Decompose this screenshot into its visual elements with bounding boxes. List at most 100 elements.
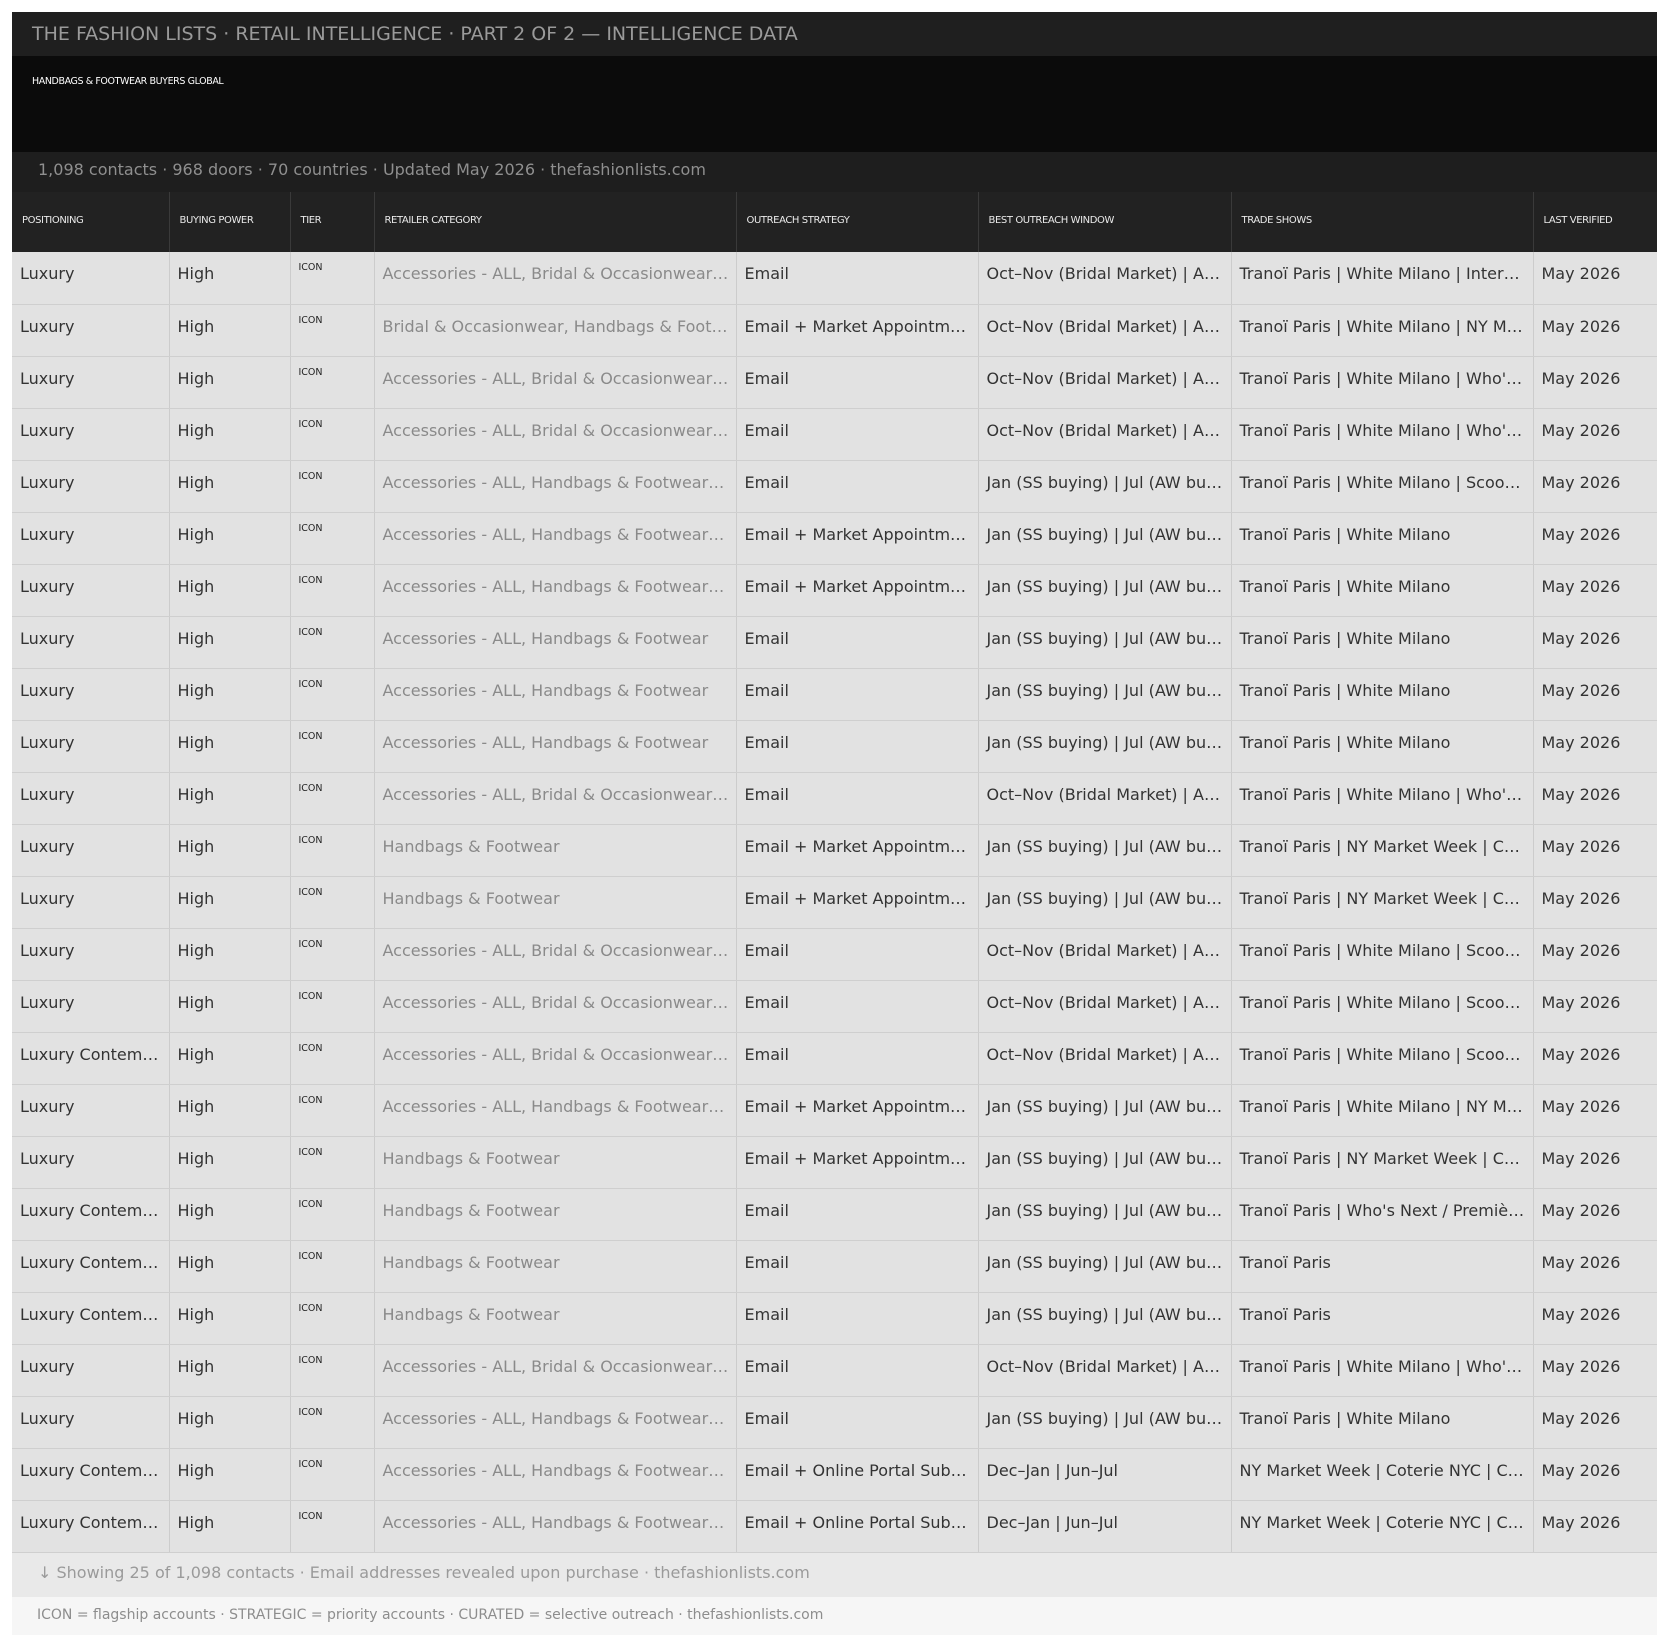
cell-buying-power: High — [168, 1448, 290, 1501]
cell-positioning: Luxury — [12, 1344, 169, 1397]
cell-trade-shows: Tranoï Paris | White Milano — [1230, 720, 1533, 773]
table-row: Luxury High ICON Bridal & Occasionwear, Han… — [12, 304, 1657, 357]
table-row: Luxury High ICON Accessories - ALL, Bridal … — [12, 772, 1657, 825]
cell-buying-power: High — [168, 356, 290, 409]
cell-best-outreach-window: Jan (SS buying) | Jul (AW bu… — [977, 720, 1231, 773]
cell-retailer-category: Handbags & Footwear — [373, 1292, 736, 1345]
cell-outreach-strategy: Email — [735, 252, 978, 305]
column-header-buying-power: BUYING POWER — [168, 192, 290, 252]
cell-best-outreach-window: Jan (SS buying) | Jul (AW bu… — [977, 616, 1231, 669]
cell-tier: ICON — [289, 1448, 374, 1501]
table-row: Luxury High ICON Accessories - ALL, Bridal … — [12, 928, 1657, 981]
table-row: Luxury High ICON Accessories - ALL, Handbag… — [12, 460, 1657, 513]
cell-outreach-strategy: Email — [735, 1292, 978, 1345]
cell-buying-power: High — [168, 1396, 290, 1449]
cell-retailer-category: Bridal & Occasionwear, Handbags & Foot… — [373, 304, 736, 357]
cell-buying-power: High — [168, 720, 290, 773]
cell-trade-shows: Tranoï Paris | White Milano | NY M… — [1230, 1084, 1533, 1137]
cell-tier: ICON — [289, 980, 374, 1033]
cell-positioning: Luxury — [12, 252, 169, 305]
table-row: Luxury High ICON Accessories - ALL, Bridal … — [12, 1344, 1657, 1397]
cell-trade-shows: Tranoï Paris | White Milano | Scoo… — [1230, 980, 1533, 1033]
cell-retailer-category: Accessories - ALL, Handbags & Footwear — [373, 720, 736, 773]
cell-positioning: Luxury — [12, 668, 169, 721]
table-row: Luxury High ICON Accessories - ALL, Bridal … — [12, 356, 1657, 409]
cell-tier: ICON — [289, 1500, 374, 1553]
cell-last-verified: May 2026 — [1532, 1344, 1657, 1397]
cell-best-outreach-window: Jan (SS buying) | Jul (AW bu… — [977, 1188, 1231, 1241]
cell-tier: ICON — [289, 824, 374, 877]
cell-last-verified: May 2026 — [1532, 512, 1657, 565]
cell-best-outreach-window: Oct–Nov (Bridal Market) | A… — [977, 1032, 1231, 1085]
cell-buying-power: High — [168, 772, 290, 825]
cell-buying-power: High — [168, 408, 290, 461]
cell-last-verified: May 2026 — [1532, 876, 1657, 929]
cell-last-verified: May 2026 — [1532, 772, 1657, 825]
cell-trade-shows: Tranoï Paris | White Milano — [1230, 512, 1533, 565]
cell-trade-shows: Tranoï Paris | White Milano — [1230, 1396, 1533, 1449]
cell-trade-shows: Tranoï Paris | White Milano — [1230, 668, 1533, 721]
cell-buying-power: High — [168, 668, 290, 721]
cell-buying-power: High — [168, 304, 290, 357]
cell-retailer-category: Accessories - ALL, Handbags & Footwear… — [373, 564, 736, 617]
cell-best-outreach-window: Jan (SS buying) | Jul (AW bu… — [977, 1396, 1231, 1449]
table-row: Luxury High ICON Accessories - ALL, Handbag… — [12, 512, 1657, 565]
cell-outreach-strategy: Email — [735, 980, 978, 1033]
cell-tier: ICON — [289, 1032, 374, 1085]
cell-tier: ICON — [289, 564, 374, 617]
cell-best-outreach-window: Dec–Jan | Jun–Jul — [977, 1500, 1231, 1553]
table-row: Luxury High ICON Handbags & Footwear Email +… — [12, 824, 1657, 877]
cell-tier: ICON — [289, 1240, 374, 1293]
cell-positioning: Luxury — [12, 616, 169, 669]
cell-last-verified: May 2026 — [1532, 1448, 1657, 1501]
cell-positioning: Luxury — [12, 876, 169, 929]
cell-tier: ICON — [289, 772, 374, 825]
cell-retailer-category: Accessories - ALL, Handbags & Footwear… — [373, 460, 736, 513]
cell-retailer-category: Accessories - ALL, Bridal & Occasionwear… — [373, 928, 736, 981]
page-subtitle: HANDBAGS & FOOTWEAR BUYERS GLOBAL — [12, 56, 1657, 152]
cell-retailer-category: Handbags & Footwear — [373, 1136, 736, 1189]
cell-last-verified: May 2026 — [1532, 980, 1657, 1033]
cell-trade-shows: Tranoï Paris — [1230, 1240, 1533, 1293]
cell-last-verified: May 2026 — [1532, 720, 1657, 773]
cell-retailer-category: Handbags & Footwear — [373, 876, 736, 929]
table-row: Luxury High ICON Handbags & Footwear Email +… — [12, 876, 1657, 929]
table-row: Luxury High ICON Accessories - ALL, Handbag… — [12, 616, 1657, 669]
cell-best-outreach-window: Jan (SS buying) | Jul (AW bu… — [977, 512, 1231, 565]
table-row: Luxury Contem… High ICON Accessories - ALL,… — [12, 1032, 1657, 1085]
cell-retailer-category: Accessories - ALL, Bridal & Occasionwear… — [373, 356, 736, 409]
cell-tier: ICON — [289, 1344, 374, 1397]
cell-best-outreach-window: Oct–Nov (Bridal Market) | A… — [977, 304, 1231, 357]
cell-outreach-strategy: Email — [735, 928, 978, 981]
cell-retailer-category: Accessories - ALL, Bridal & Occasionwear… — [373, 408, 736, 461]
page-title: THE FASHION LISTS · RETAIL INTELLIGENCE … — [12, 12, 1657, 56]
cell-trade-shows: Tranoï Paris | White Milano | Inter… — [1230, 252, 1533, 305]
cell-retailer-category: Accessories - ALL, Handbags & Footwear… — [373, 1396, 736, 1449]
cell-retailer-category: Handbags & Footwear — [373, 1240, 736, 1293]
summary-stats: 1,098 contacts · 968 doors · 70 countrie… — [12, 152, 1657, 192]
cell-outreach-strategy: Email — [735, 1240, 978, 1293]
cell-best-outreach-window: Jan (SS buying) | Jul (AW bu… — [977, 1240, 1231, 1293]
cell-best-outreach-window: Oct–Nov (Bridal Market) | A… — [977, 980, 1231, 1033]
cell-trade-shows: Tranoï Paris | White Milano | Scoo… — [1230, 1032, 1533, 1085]
cell-best-outreach-window: Jan (SS buying) | Jul (AW bu… — [977, 876, 1231, 929]
cell-retailer-category: Accessories - ALL, Bridal & Occasionwear… — [373, 1032, 736, 1085]
table-row: Luxury High ICON Accessories - ALL, Handbag… — [12, 720, 1657, 773]
cell-best-outreach-window: Jan (SS buying) | Jul (AW bu… — [977, 564, 1231, 617]
cell-trade-shows: Tranoï Paris | White Milano | Who'… — [1230, 408, 1533, 461]
cell-positioning: Luxury Contem… — [12, 1292, 169, 1345]
cell-outreach-strategy: Email + Market Appointm… — [735, 876, 978, 929]
cell-last-verified: May 2026 — [1532, 928, 1657, 981]
table-row: Luxury High ICON Accessories - ALL, Handbag… — [12, 1396, 1657, 1449]
cell-last-verified: May 2026 — [1532, 252, 1657, 305]
cell-outreach-strategy: Email — [735, 460, 978, 513]
cell-positioning: Luxury Contem… — [12, 1032, 169, 1085]
cell-trade-shows: Tranoï Paris | NY Market Week | C… — [1230, 876, 1533, 929]
cell-retailer-category: Accessories - ALL, Handbags & Footwear… — [373, 1084, 736, 1137]
cell-best-outreach-window: Jan (SS buying) | Jul (AW bu… — [977, 1084, 1231, 1137]
cell-buying-power: High — [168, 460, 290, 513]
cell-positioning: Luxury Contem… — [12, 1500, 169, 1553]
cell-last-verified: May 2026 — [1532, 564, 1657, 617]
cell-last-verified: May 2026 — [1532, 1188, 1657, 1241]
cell-retailer-category: Handbags & Footwear — [373, 824, 736, 877]
